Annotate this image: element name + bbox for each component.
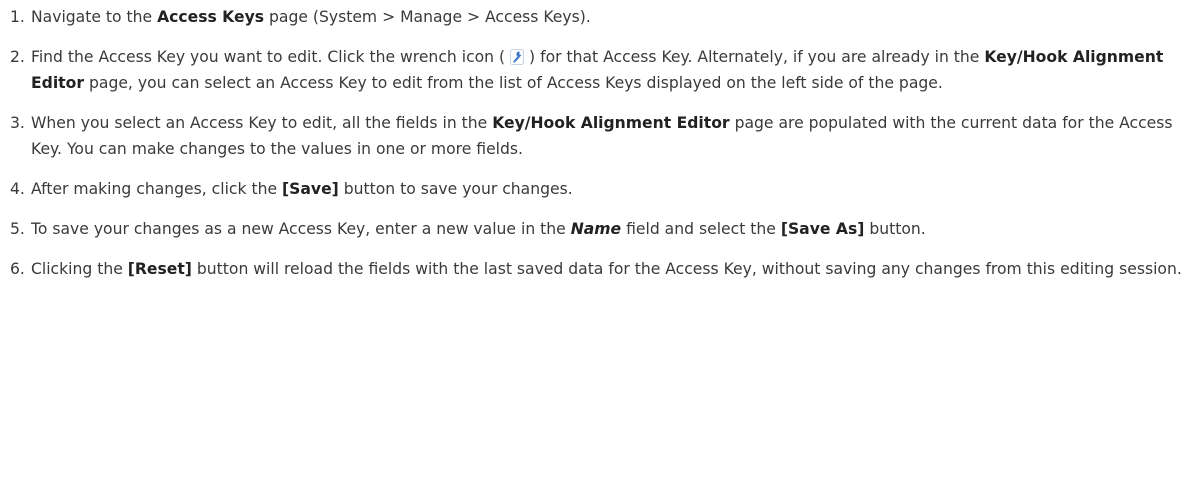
step-number: 6. <box>10 260 25 278</box>
step-text: To save your changes as a new Access Key… <box>31 220 926 238</box>
step-number: 1. <box>10 8 25 26</box>
step-text-run: button will reload the fields with the l… <box>191 260 1182 278</box>
emphasized-term: Access Keys <box>157 8 265 26</box>
step-text-run: button. <box>864 220 926 238</box>
step-text-run: Find the Access Key you want to edit. Cl… <box>31 48 506 66</box>
step-text-run: After making changes, click the <box>31 180 283 198</box>
step-text: Find the Access Key you want to edit. Cl… <box>31 48 1163 92</box>
step-6: 6. Clicking the [Reset] button will reloa… <box>0 256 1204 282</box>
emphasized-term: Key/Hook Alignment Editor <box>492 114 730 132</box>
step-number: 5. <box>10 220 25 238</box>
step-number: 2. <box>10 48 25 66</box>
step-text-run: Navigate to the <box>31 8 158 26</box>
step-text-run: page (System > Manage > Access Keys). <box>264 8 591 26</box>
emphasized-term: [Save As] <box>780 220 865 238</box>
instructions-document: 1. Navigate to the Access Keys page (Syst… <box>0 0 1204 485</box>
step-number: 3. <box>10 114 25 132</box>
step-text: Navigate to the Access Keys page (System… <box>31 8 591 26</box>
wrench-icon <box>510 49 525 65</box>
step-3: 3. When you select an Access Key to edit,… <box>0 110 1204 162</box>
step-4: 4. After making changes, click the [Save]… <box>0 176 1204 202</box>
step-2: 2. Find the Access Key you want to edit. … <box>0 44 1204 96</box>
step-text-run: Clicking the <box>31 260 128 278</box>
step-text-run: field and select the <box>621 220 781 238</box>
steps-list: 1. Navigate to the Access Keys page (Syst… <box>0 4 1204 282</box>
step-text-run: When you select an Access Key to edit, a… <box>31 114 493 132</box>
step-1: 1. Navigate to the Access Keys page (Syst… <box>0 4 1204 30</box>
field-name: Name <box>570 220 622 238</box>
step-text-run: page, you can select an Access Key to ed… <box>84 74 943 92</box>
step-text: When you select an Access Key to edit, a… <box>31 114 1173 158</box>
step-text-run: ) for that Access Key. Alternately, if y… <box>529 48 985 66</box>
step-5: 5. To save your changes as a new Access K… <box>0 216 1204 242</box>
emphasized-term: [Reset] <box>127 260 192 278</box>
step-number: 4. <box>10 180 25 198</box>
step-text: After making changes, click the [Save] b… <box>31 180 573 198</box>
step-text-run: To save your changes as a new Access Key… <box>31 220 571 238</box>
step-text-run: button to save your changes. <box>338 180 573 198</box>
step-text: Clicking the [Reset] button will reload … <box>31 260 1182 278</box>
emphasized-term: [Save] <box>282 180 339 198</box>
